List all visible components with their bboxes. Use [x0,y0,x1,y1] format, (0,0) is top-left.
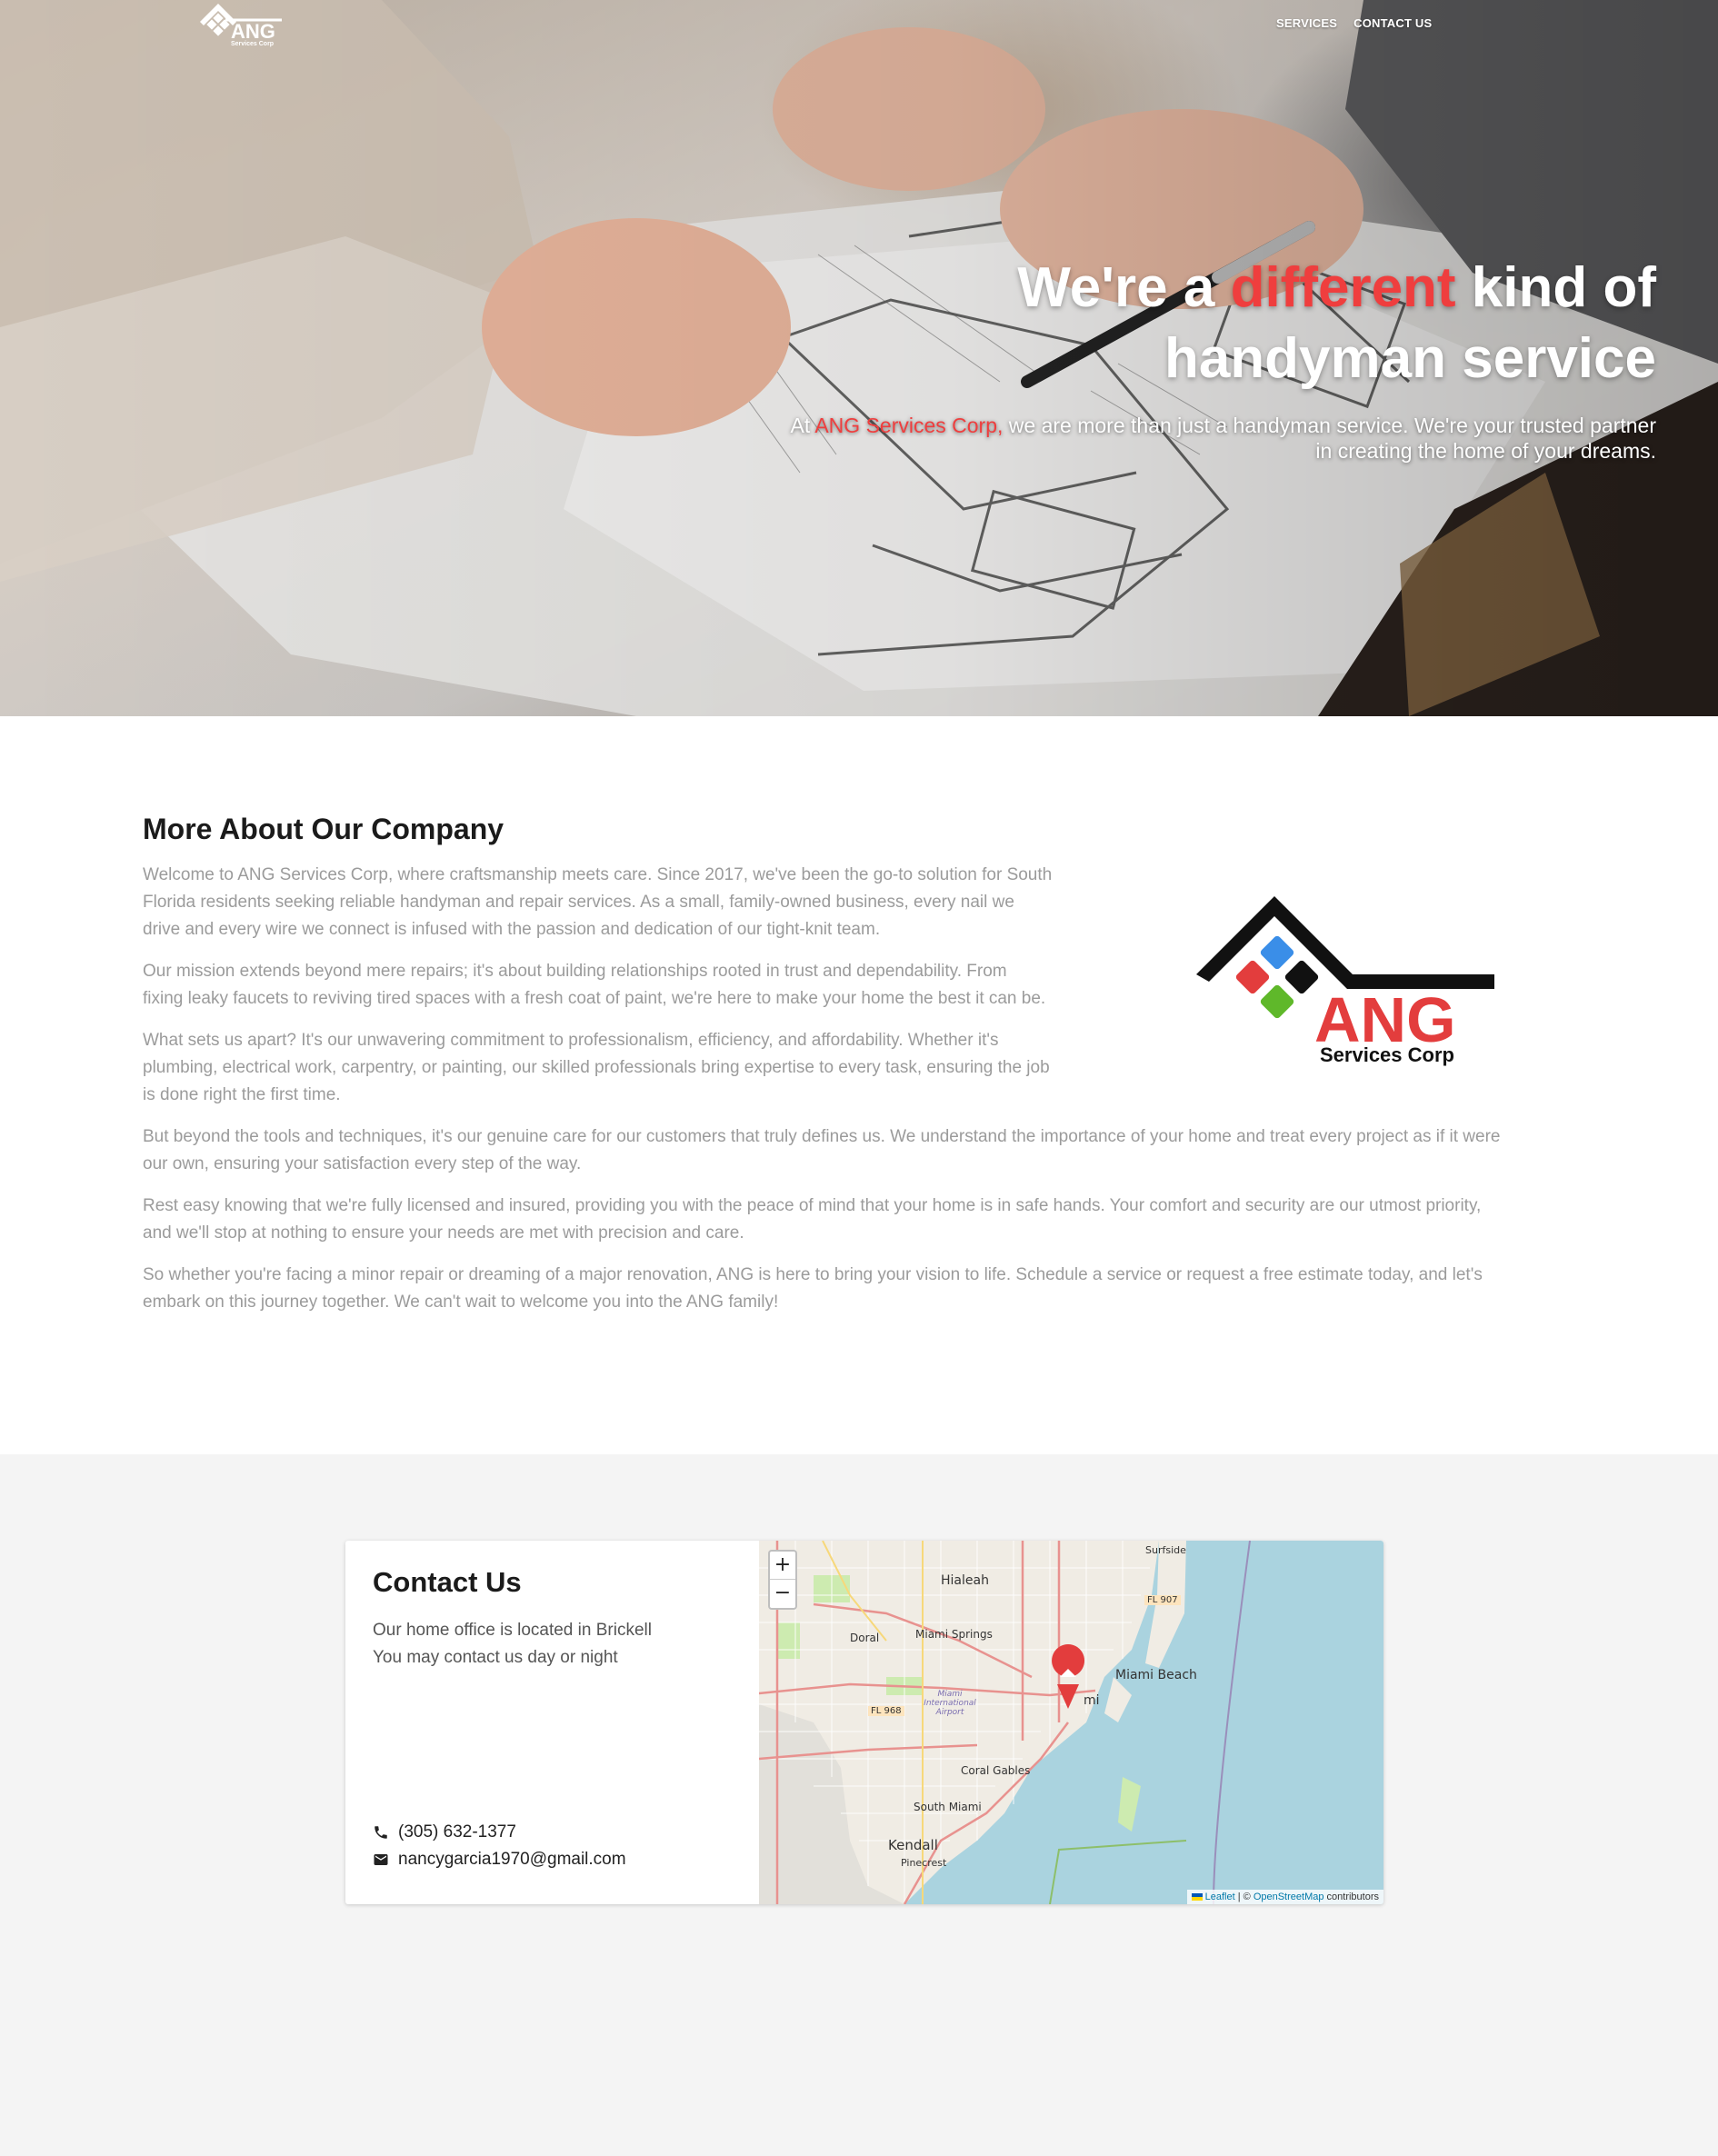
nav-link-services[interactable]: SERVICES [1276,16,1337,30]
email-address[interactable]: nancygarcia1970@gmail.com [398,1850,626,1870]
text-line: is done right the first time. [143,1085,341,1104]
about-title: More About Our Company [143,813,504,845]
about-paragraph: Our mission extends beyond mere repairs;… [143,958,1045,1013]
map-label: Surfside [1145,1544,1186,1556]
about-paragraph: Welcome to ANG Services Corp, where craf… [143,862,1052,943]
about-paragraph: Rest easy knowing that we're fully licen… [143,1193,1481,1247]
about-paragraph: What sets us apart? It's our unwavering … [143,1027,1050,1109]
location-map[interactable]: Surfside FL 907 Hialeah Doral Miami Spri… [759,1541,1383,1904]
text-line: So whether you're facing a minor repair … [143,1265,1483,1284]
email-contact[interactable]: nancygarcia1970@gmail.com [373,1850,626,1870]
hero-title-line2: handyman service [1164,327,1656,390]
svg-text:ANG: ANG [231,20,275,43]
ukraine-flag-icon [1191,1893,1203,1901]
hero-sub-part2: we are more than just a handyman service… [1003,414,1656,437]
hero-title-part1: We're a [1017,256,1231,319]
text-line: Florida residents seeking reliable handy… [143,893,1014,912]
map-tiles [759,1541,1383,1904]
svg-text:Services Corp: Services Corp [1320,1043,1454,1066]
phone-icon [375,1826,387,1839]
hero-subtitle: At ANG Services Corp, we are more than j… [784,413,1656,464]
map-label: Kendall [888,1837,938,1853]
map-label: Doral [850,1632,880,1644]
about-section: More About Our Company Welcome to ANG Se… [0,716,1718,1454]
text-line: Rest easy knowing that we're fully licen… [143,1196,1482,1215]
map-zoom-control: + − [768,1550,797,1610]
map-label: mi [1084,1693,1100,1708]
zoom-out-button[interactable]: − [770,1580,795,1608]
map-label: South Miami [914,1801,982,1813]
about-paragraph: So whether you're facing a minor repair … [143,1262,1483,1316]
text-line: Welcome to ANG Services Corp, where craf… [143,865,1053,884]
header-logo[interactable]: ANG Services Corp [198,2,285,47]
zoom-in-button[interactable]: + [770,1552,795,1580]
company-logo: ANG Services Corp [1196,896,1494,1066]
map-label: Pinecrest [901,1857,947,1869]
text-line: What sets us apart? It's our unwavering … [143,1031,999,1050]
map-attribution: Leaflet | © OpenStreetMap contributors [1186,1890,1383,1904]
hero-section: ANG Services Corp SERVICES CONTACT US We… [0,0,1718,716]
map-label: FL 907 [1144,1595,1181,1605]
map-label: Miami International Airport [924,1690,976,1717]
hero-sub-part1: At [790,414,815,437]
nav-link-contact-us[interactable]: CONTACT US [1353,16,1432,30]
attribution-separator: | © [1234,1891,1254,1902]
text-line: plumbing, electrical work, carpentry, or… [143,1058,1050,1077]
hero-title-part2: kind of [1455,256,1656,319]
text-line: our own, ensuring your satisfaction ever… [143,1154,582,1173]
map-label: FL 968 [868,1706,904,1716]
text-line: and we'll stop at nothing to ensure your… [143,1223,744,1243]
hero-title: We're a different kind of handyman servi… [838,253,1656,394]
map-label: Hialeah [941,1573,989,1588]
hero-sub-line2: in creating the home of your dreams. [1315,439,1656,463]
phone-contact[interactable]: (305) 632-1377 [373,1822,516,1842]
contact-title: Contact Us [373,1566,522,1598]
osm-link[interactable]: OpenStreetMap [1254,1891,1324,1902]
map-label: Coral Gables [961,1764,1031,1777]
contact-card: Contact Us Our home office is located in… [345,1541,1383,1904]
leaflet-link[interactable]: Leaflet [1205,1891,1235,1902]
top-nav: SERVICES CONTACT US [1276,16,1432,30]
text-line: fixing leaky faucets to reviving tired s… [143,989,1046,1008]
text-line: drive and every wire we connect is infus… [143,920,881,939]
attribution-tail: contributors [1323,1891,1379,1902]
text-line: Our mission extends beyond mere repairs;… [143,962,1007,981]
map-label: Miami Springs [915,1628,993,1641]
contact-line-location: Our home office is located in Brickell [373,1621,652,1640]
email-icon [374,1854,388,1865]
contact-line-availability: You may contact us day or night [373,1648,618,1667]
svg-text:Services Corp: Services Corp [231,41,274,47]
text-line: embark on this journey together. We can'… [143,1293,779,1312]
phone-number[interactable]: (305) 632-1377 [398,1822,516,1842]
hero-sub-accent: ANG Services Corp, [814,414,1004,437]
hero-title-accent: different [1230,256,1456,319]
contact-section: Contact Us Our home office is located in… [0,1454,1718,2156]
map-label: Miami Beach [1115,1668,1197,1682]
about-paragraph: But beyond the tools and techniques, it'… [143,1123,1501,1178]
text-line: But beyond the tools and techniques, it'… [143,1127,1501,1146]
